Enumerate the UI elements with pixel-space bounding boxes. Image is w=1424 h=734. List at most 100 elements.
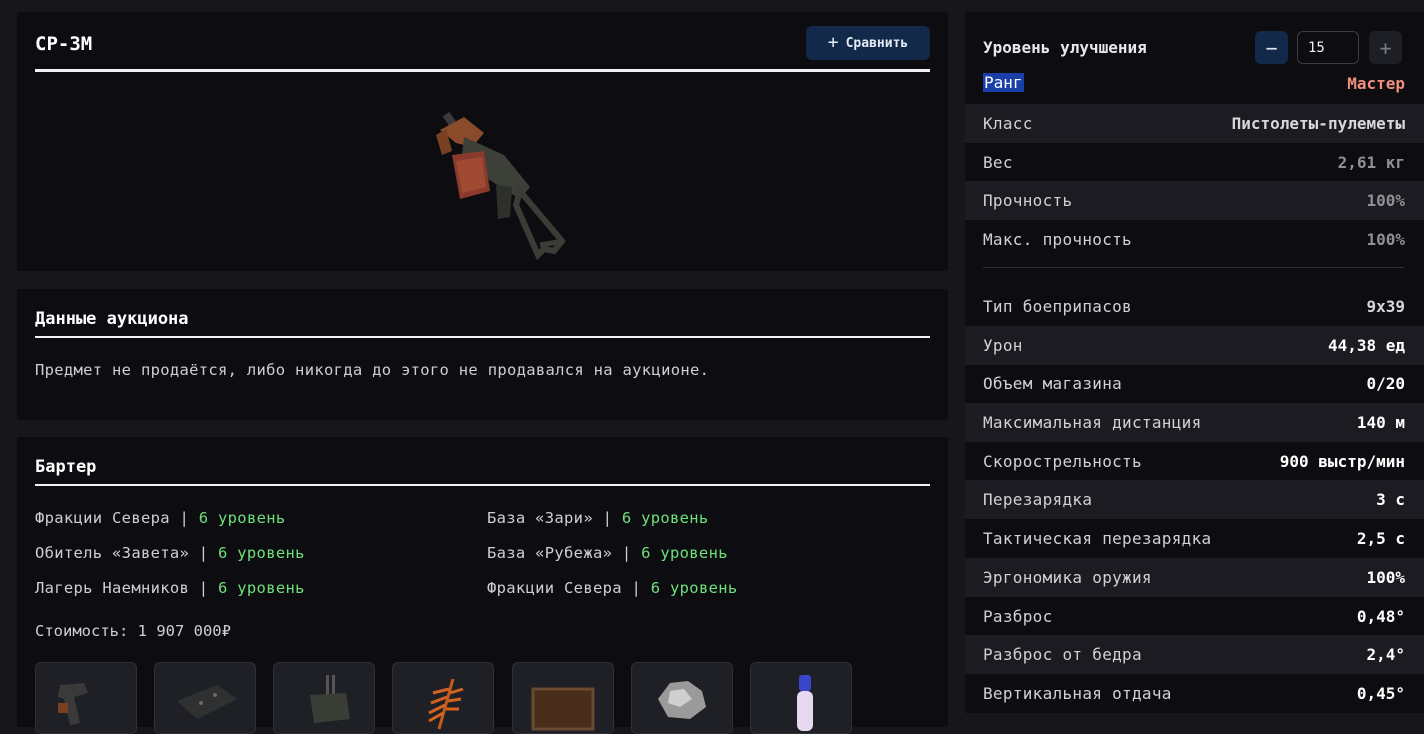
stat-value: 100% — [1366, 568, 1405, 587]
stat-row: Объем магазина 0/20 — [965, 364, 1424, 403]
plus-icon: + — [1379, 35, 1392, 60]
required-level: 6 уровень — [218, 579, 305, 597]
barter-underline — [35, 484, 930, 486]
fern-artifact-icon — [428, 678, 464, 730]
stat-value: 44,38 ед — [1327, 336, 1405, 355]
compare-label: Сравнить — [845, 35, 909, 51]
required-level: 6 уровень — [641, 544, 728, 562]
stat-row: Тактическая перезарядка 2,5 с — [965, 519, 1424, 558]
required-level: 6 уровень — [621, 509, 709, 527]
barter-requirement: База «Рубежа» | 6 уровень — [487, 544, 728, 562]
stat-value: 2,5 с — [1356, 529, 1405, 548]
stat-value: 100% — [1366, 230, 1405, 249]
stat-row: Перезарядка 3 с — [965, 480, 1424, 519]
stat-value: 900 выстр/мин — [1279, 452, 1405, 471]
title-underline — [35, 69, 930, 72]
stat-name: Урон — [983, 336, 1023, 355]
stat-row: Разброс 0,48° — [965, 597, 1424, 636]
pistol-icon — [58, 683, 88, 725]
stat-name: Вертикальная отдача — [983, 684, 1172, 703]
faction-name: Обитель «Завета» — [35, 544, 190, 562]
stat-row: Скорострельность 900 выстр/мин — [965, 442, 1424, 481]
stat-name: Разброс от бедра — [983, 645, 1142, 664]
stat-value: 0,45° — [1356, 684, 1405, 703]
item-title: СР-3М — [35, 33, 93, 55]
plus-icon: + — [827, 32, 839, 53]
stat-row: Тип боеприпасов 9x39 — [965, 287, 1424, 326]
stat-value: 100% — [1366, 191, 1405, 210]
device-icon — [177, 685, 237, 719]
stat-name: Объем магазина — [983, 374, 1123, 393]
stat-name: Тактическая перезарядка — [983, 529, 1212, 548]
stat-value: 0,48° — [1356, 607, 1405, 626]
stat-name: Скорострельность — [983, 452, 1142, 471]
stat-row: Вес 2,61 кг — [965, 143, 1424, 182]
stat-row: Класс Пистолеты-пулеметы — [965, 104, 1424, 143]
stat-name: Перезарядка — [983, 490, 1093, 509]
barter-ingredient-slot[interactable] — [273, 662, 375, 734]
faction-name: Лагерь Наемников — [35, 579, 190, 597]
stat-row: Максимальная дистанция 140 м — [965, 403, 1424, 442]
barter-ingredient-slot[interactable] — [750, 662, 852, 734]
barter-panel: Бартер Фракции Севера | 6 уровень База «… — [17, 437, 948, 734]
crate-icon — [531, 687, 595, 731]
required-level: 6 уровень — [650, 579, 738, 597]
stat-value: Пистолеты-пулеметы — [1231, 114, 1405, 133]
barter-cost: Стоимость: 1 907 000₽ — [35, 622, 231, 640]
faction-name: Фракции Севера — [487, 579, 622, 597]
barter-requirement: Фракции Севера | 6 уровень — [487, 579, 737, 597]
stat-name: Тип боеприпасов — [983, 297, 1132, 316]
auction-underline — [35, 336, 930, 338]
stat-value: 3 с — [1376, 490, 1405, 509]
compare-button[interactable]: + Сравнить — [806, 26, 930, 60]
upgrade-level-input[interactable] — [1297, 31, 1359, 64]
stats-divider — [983, 267, 1404, 268]
stat-name: Класс — [983, 114, 1033, 133]
faction-name: База «Рубежа» — [487, 544, 613, 562]
stat-row: Разброс от бедра 2,4° — [965, 635, 1424, 674]
stat-value: 2,4° — [1366, 645, 1405, 664]
auction-message: Предмет не продаётся, либо никогда до эт… — [35, 361, 710, 379]
barter-ingredient-slot[interactable] — [154, 662, 256, 734]
auction-title: Данные аукциона — [35, 309, 189, 329]
stat-row: Вертикальная отдача 0,45° — [965, 674, 1424, 713]
weapon-image — [436, 111, 566, 261]
barter-title: Бартер — [35, 457, 97, 477]
barter-ingredient-slot[interactable] — [35, 662, 137, 734]
ore-icon — [658, 681, 706, 719]
grenade-launcher-icon — [310, 675, 350, 723]
stat-name: Максимальная дистанция — [983, 413, 1202, 432]
rank-label: Ранг — [983, 73, 1024, 92]
stat-name: Прочность — [983, 191, 1073, 210]
stat-row: Макс. прочность 100% — [965, 220, 1424, 259]
barter-ingredient-slot[interactable] — [631, 662, 733, 734]
barter-requirement: Обитель «Завета» | 6 уровень — [35, 544, 305, 562]
decrease-level-button[interactable]: − — [1255, 31, 1288, 64]
stat-value: 140 м — [1356, 413, 1405, 432]
stats-panel: Уровень улучшения − + Ранг Мастер Класс … — [965, 12, 1424, 713]
barter-requirement: Лагерь Наемников | 6 уровень — [35, 579, 305, 597]
separator: | — [621, 544, 632, 562]
auction-panel: Данные аукциона Предмет не продаётся, ли… — [17, 289, 948, 420]
separator: | — [198, 579, 209, 597]
faction-name: Фракции Севера — [35, 509, 170, 527]
stat-name: Вес — [983, 153, 1013, 172]
stat-row: Урон 44,38 ед — [965, 326, 1424, 365]
barter-ingredient-slot[interactable] — [392, 662, 494, 734]
stat-name: Эргономика оружия — [983, 568, 1152, 587]
separator: | — [602, 509, 613, 527]
barter-requirement: База «Зари» | 6 уровень — [487, 509, 709, 527]
upgrade-level-label: Уровень улучшения — [983, 38, 1147, 57]
stat-name: Макс. прочность — [983, 230, 1132, 249]
separator: | — [179, 509, 190, 527]
required-level: 6 уровень — [198, 509, 286, 527]
stat-name: Разброс — [983, 607, 1053, 626]
stat-value: 9x39 — [1366, 297, 1405, 316]
item-panel: СР-3М + Сравнить — [17, 12, 948, 271]
stat-row: Эргономика оружия 100% — [965, 558, 1424, 597]
barter-requirement: Фракции Севера | 6 уровень — [35, 509, 285, 527]
required-level: 6 уровень — [218, 544, 305, 562]
increase-level-button[interactable]: + — [1369, 31, 1402, 64]
barter-ingredient-slot[interactable] — [512, 662, 614, 734]
rank-value: Мастер — [1347, 74, 1405, 93]
